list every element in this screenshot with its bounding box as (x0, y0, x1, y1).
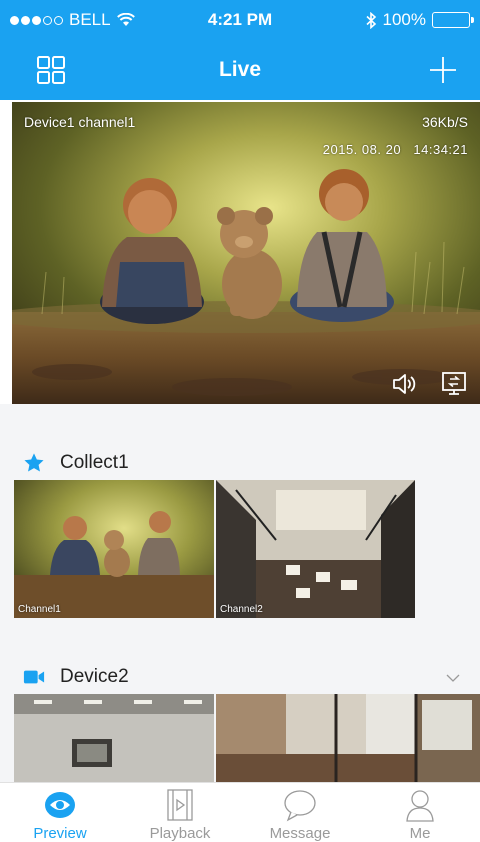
thumb-image (216, 694, 480, 782)
thumb-device2-channel2[interactable] (216, 694, 480, 782)
battery-group: 100% (365, 10, 474, 30)
battery-percent: 100% (382, 10, 426, 29)
thumb-device2-channel1[interactable] (14, 694, 214, 782)
plus-icon[interactable] (428, 55, 458, 85)
thumb-label: Channel2 (220, 604, 263, 615)
tab-label: Preview (33, 825, 87, 842)
thumb-image (14, 694, 214, 782)
section-title: Collect1 (60, 452, 129, 473)
battery-icon (432, 12, 474, 28)
live-video-view[interactable]: Device1 channel1 36Kb/S 2015. 08. 20 14:… (12, 102, 480, 404)
tab-label: Me (409, 825, 431, 842)
bluetooth-icon (365, 11, 376, 29)
tab-label: Playback (149, 825, 211, 842)
video-timestamp: 2015. 08. 20 14:34:21 (322, 142, 468, 157)
speaker-icon[interactable] (390, 370, 418, 398)
tab-message[interactable]: Message (240, 783, 360, 842)
section-title: Device2 (60, 666, 129, 687)
screen-icon[interactable] (440, 370, 468, 398)
tab-preview[interactable]: Preview (0, 783, 120, 842)
thumb-image (216, 480, 415, 618)
thumb-image (14, 480, 214, 618)
section-collect1-header[interactable]: Collect1 (22, 452, 129, 474)
tab-me[interactable]: Me (360, 783, 480, 842)
chevron-down-icon[interactable] (446, 673, 460, 683)
person-icon (406, 790, 434, 822)
status-bar: BELL 4:21 PM 100% (0, 0, 480, 40)
channel-name: Device1 channel1 (24, 114, 136, 130)
eye-icon (45, 792, 75, 818)
thumb-channel2[interactable]: Channel2 (216, 480, 415, 618)
tab-bar: Preview Playback Message Me (0, 782, 480, 842)
thumb-label: Channel1 (18, 604, 61, 615)
star-icon (24, 453, 44, 472)
section-device2-header[interactable]: Device2 (22, 666, 129, 688)
speech-bubble-icon (284, 790, 316, 822)
video-camera-icon (23, 670, 45, 684)
bitrate: 36Kb/S (422, 114, 468, 130)
page-title: Live (218, 58, 262, 81)
header: BELL 4:21 PM 100% Live (0, 0, 480, 100)
thumb-channel1[interactable]: Channel1 (14, 480, 214, 618)
tab-label: Message (269, 825, 331, 842)
tab-playback[interactable]: Playback (120, 783, 240, 842)
film-play-icon (167, 789, 193, 821)
